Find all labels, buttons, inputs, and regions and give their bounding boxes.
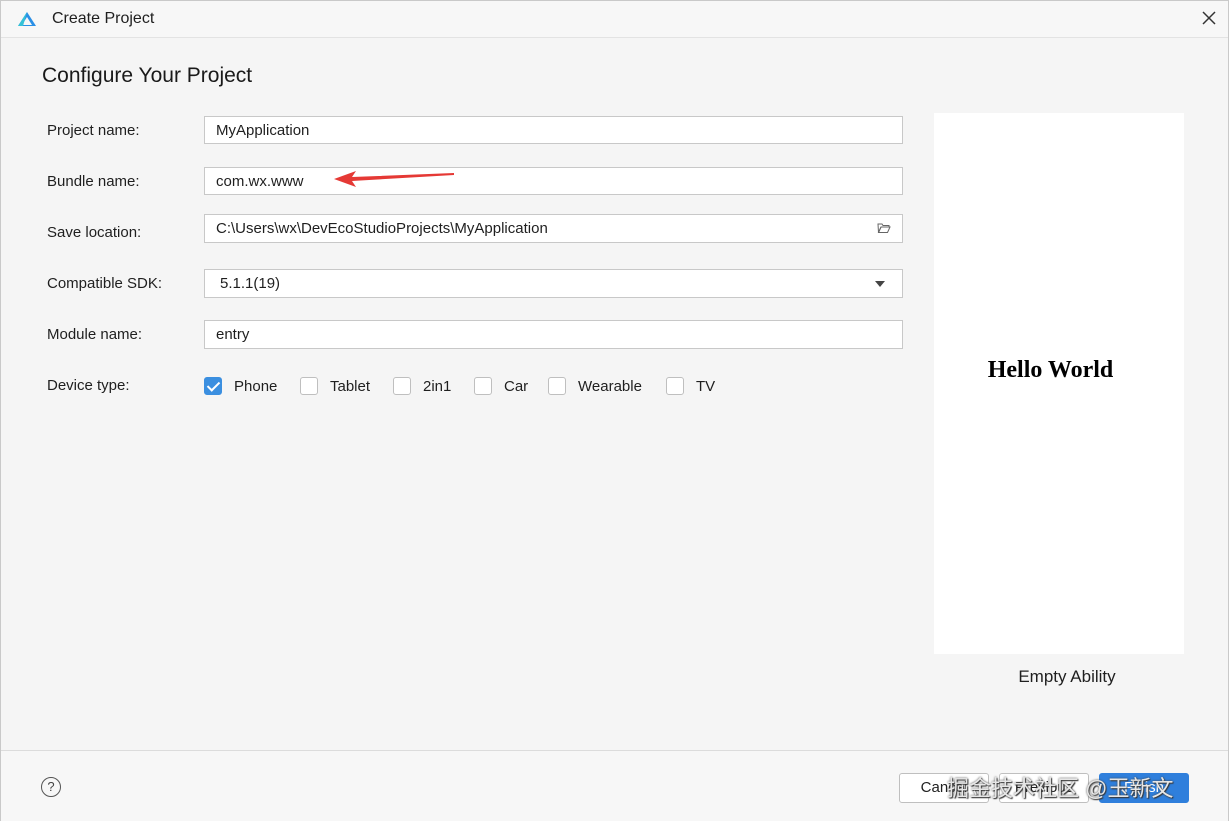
title-bar: Create Project — [1, 1, 1228, 38]
device-option-phone[interactable]: Phone — [204, 375, 277, 397]
wearable-label: Wearable — [578, 377, 642, 395]
compatible-sdk-label: Compatible SDK: — [47, 275, 163, 292]
device-option-2in1[interactable]: 2in1 — [393, 375, 451, 397]
tablet-checkbox[interactable] — [300, 377, 318, 395]
watermark: 掘金技术社区 @玉新文 — [947, 776, 1174, 801]
2in1-label: 2in1 — [423, 377, 452, 395]
chevron-down-icon[interactable] — [875, 281, 885, 287]
device-option-wearable[interactable]: Wearable — [548, 375, 642, 397]
template-preview: Hello World — [934, 113, 1184, 654]
phone-label: Phone — [234, 377, 278, 395]
device-option-car[interactable]: Car — [474, 375, 528, 397]
bundle-name-field[interactable]: com.wx.www — [204, 167, 903, 195]
project-name-field[interactable]: MyApplication — [204, 116, 903, 144]
2in1-checkbox[interactable] — [393, 377, 411, 395]
create-project-dialog: Create Project Configure Your Project Pr… — [0, 0, 1229, 821]
folder-icon[interactable] — [877, 222, 891, 234]
window-title: Create Project — [52, 10, 155, 27]
save-location-field[interactable]: C:\Users\wx\DevEcoStudioProjects\MyAppli… — [204, 214, 903, 243]
tv-label: TV — [696, 377, 716, 395]
preview-hello-text: Hello World — [987, 357, 1114, 383]
project-name-value: MyApplication — [216, 122, 310, 139]
compatible-sdk-dropdown[interactable]: 5.1.1(19) — [204, 269, 903, 298]
car-checkbox[interactable] — [474, 377, 492, 395]
tablet-label: Tablet — [330, 377, 371, 395]
save-location-value: C:\Users\wx\DevEcoStudioProjects\MyAppli… — [216, 220, 548, 237]
module-name-value: entry — [216, 326, 250, 343]
bundle-name-label: Bundle name: — [47, 173, 140, 190]
phone-checkbox[interactable] — [204, 377, 222, 395]
deveco-logo-icon — [18, 12, 36, 26]
device-option-tv[interactable]: TV — [666, 375, 715, 397]
help-icon[interactable]: ? — [41, 777, 61, 797]
device-option-tablet[interactable]: Tablet — [300, 375, 370, 397]
module-name-label: Module name: — [47, 326, 143, 343]
close-icon[interactable] — [1199, 8, 1219, 28]
red-arrow — [334, 171, 454, 187]
car-label: Car — [504, 377, 529, 395]
wearable-checkbox[interactable] — [548, 377, 566, 395]
save-location-label: Save location: — [47, 224, 142, 241]
dialog-footer: ? Cancel Previous Finish 掘金技术社区 @玉新文 — [1, 750, 1228, 821]
compatible-sdk-value: 5.1.1(19) — [220, 275, 281, 292]
module-name-field[interactable]: entry — [204, 320, 903, 349]
template-name: Empty Ability — [1018, 667, 1116, 686]
device-type-label: Device type: — [47, 377, 130, 394]
bundle-name-value: com.wx.www — [216, 173, 304, 190]
page-title: Configure Your Project — [42, 64, 253, 87]
project-name-label: Project name: — [47, 122, 140, 139]
tv-checkbox[interactable] — [666, 377, 684, 395]
